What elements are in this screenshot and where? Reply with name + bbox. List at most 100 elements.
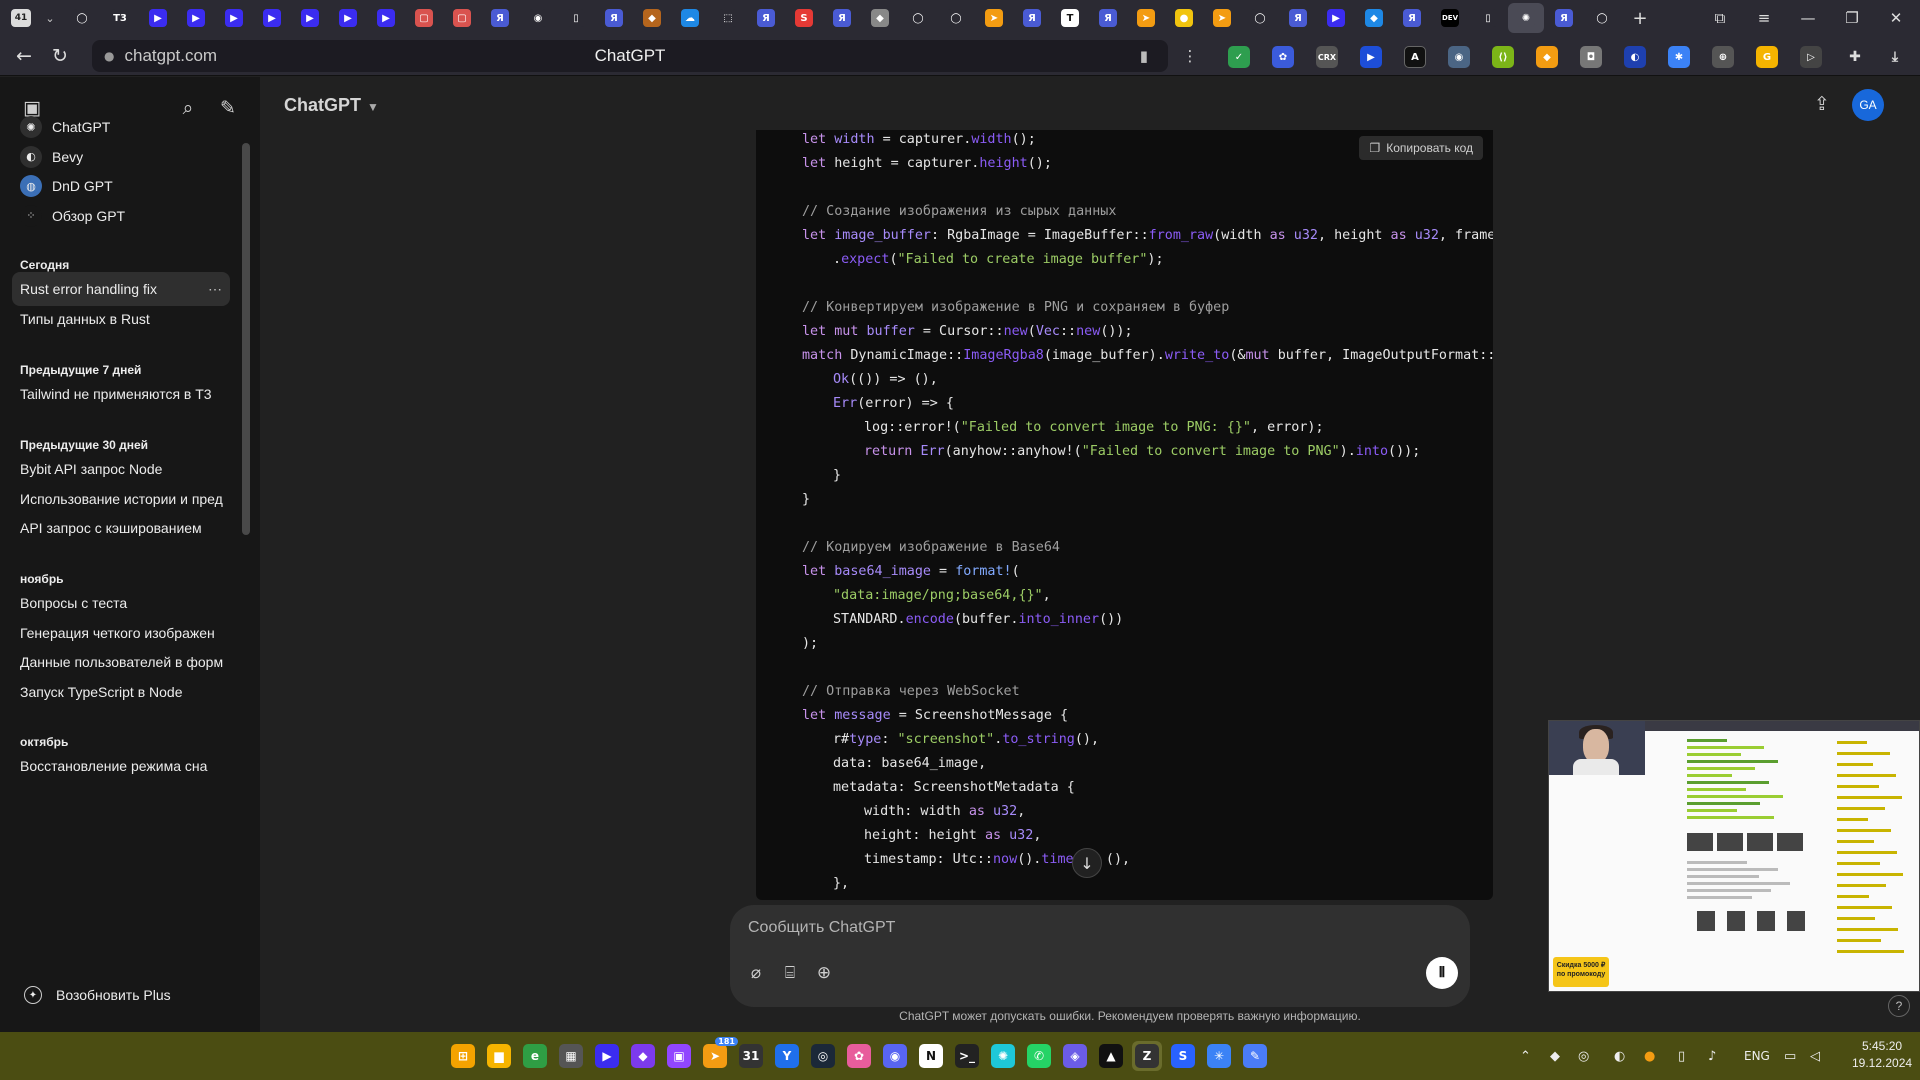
tray-chevron-icon[interactable]: ⌃ (1520, 1032, 1531, 1080)
browser-tab[interactable]: ➤ (1128, 3, 1164, 33)
tab-overview-icon[interactable]: ⧉ (1698, 0, 1742, 36)
steam-icon[interactable]: ◎ (808, 1041, 838, 1071)
file-explorer-icon[interactable]: ▆ (484, 1041, 514, 1071)
browser-tab[interactable]: ▯ (558, 3, 594, 33)
browser-tab[interactable]: Я (748, 3, 784, 33)
more-menu-icon[interactable]: ⋮ (1172, 38, 1208, 74)
browser-tab[interactable]: ◆ (862, 3, 898, 33)
a-extension-icon[interactable]: A (1404, 46, 1426, 68)
browser-tab[interactable]: T (1052, 3, 1088, 33)
url-field[interactable]: ● chatgpt.com ChatGPT ▮ (92, 40, 1168, 72)
browser-tab[interactable]: ✺ (1508, 3, 1544, 33)
clock[interactable]: 5:45:20 19.12.2024 (1852, 1038, 1912, 1072)
telegram-icon[interactable]: ➤ 181 (700, 1037, 738, 1071)
calendar-icon[interactable]: 31 (736, 1041, 766, 1071)
browser-tab[interactable]: ☁ (672, 3, 708, 33)
globe-icon[interactable]: ⊕ (812, 961, 836, 985)
chat-item[interactable]: Вопросы с теста (12, 586, 230, 620)
sidebar-gpt-item[interactable]: ✺ ChatGPT (12, 110, 240, 144)
browser-tab[interactable]: ⬚ (710, 3, 746, 33)
browser-tab[interactable]: ● (1166, 3, 1202, 33)
browser-tab[interactable]: DEV (1432, 3, 1468, 33)
obsidian-icon[interactable]: ◆ (628, 1041, 658, 1071)
chat-item[interactable]: API запрос с кэшированием (12, 511, 230, 545)
chat-item[interactable]: Типы данных в Rust (12, 302, 230, 336)
edge-icon[interactable]: e (520, 1041, 550, 1071)
browser-tab[interactable]: Я (1014, 3, 1050, 33)
browser-tab[interactable]: S (786, 3, 822, 33)
extension-icon[interactable]: ✱ (1668, 46, 1690, 68)
bookmark-icon[interactable]: ▮ (1140, 47, 1148, 65)
browser-tab[interactable]: ◆ (634, 3, 670, 33)
browser-tab[interactable]: ◯ (1242, 3, 1278, 33)
close-window-button[interactable]: ✕ (1874, 0, 1918, 36)
extension-icon[interactable]: ✿ (1272, 46, 1294, 68)
model-selector[interactable]: ChatGPT ▼ (284, 95, 379, 116)
browser-tab[interactable]: ▶ (254, 3, 290, 33)
browser-tab[interactable]: T3 (102, 3, 138, 33)
windows-start-icon[interactable]: ⊞ (448, 1041, 478, 1071)
tray-steam-icon[interactable]: ◎ (1578, 1032, 1589, 1080)
app-icon[interactable]: ◈ (1060, 1041, 1090, 1071)
chat-item[interactable]: Rust error handling fix ⋯ (12, 272, 230, 306)
browser-tab[interactable]: Я (1090, 3, 1126, 33)
sidebar-gpt-item[interactable]: ⁘ Обзор GPT (12, 199, 240, 233)
chat-item[interactable]: Восстановление режима сна (12, 749, 230, 783)
copy-code-button[interactable]: ❐ Копировать код (1359, 136, 1483, 160)
app-icon[interactable]: ✳ (1204, 1041, 1234, 1071)
whatsapp-icon[interactable]: ✆ (1024, 1041, 1054, 1071)
browser-tab[interactable]: Я (1280, 3, 1316, 33)
browser-tab[interactable]: ◉ (520, 3, 556, 33)
chat-item[interactable]: Tailwind не применяются в T3 (12, 377, 230, 411)
maximize-button[interactable]: ❐ (1830, 0, 1874, 36)
app-icon[interactable]: ✺ (988, 1041, 1018, 1071)
tab-list-dropdown-icon[interactable]: ⌄ (38, 3, 62, 33)
g-extension-icon[interactable]: G (1756, 46, 1778, 68)
microphone-icon[interactable]: ♪ (1708, 1032, 1716, 1080)
browser-tab[interactable]: ◯ (64, 3, 100, 33)
camera-extension-icon[interactable]: ◘ (1580, 46, 1602, 68)
play-extension-icon[interactable]: ▷ (1800, 46, 1822, 68)
sidebar-scrollbar[interactable] (242, 143, 250, 535)
browser-tab[interactable]: ◆ (1356, 3, 1392, 33)
browser-tab[interactable]: ▶ (292, 3, 328, 33)
twitch-icon[interactable]: ▣ (664, 1041, 694, 1071)
browser-tab[interactable]: ▶ (140, 3, 176, 33)
browser-tab[interactable]: ▶ (178, 3, 214, 33)
browser-tab[interactable]: ▢ (444, 3, 480, 33)
new-tab-button[interactable]: + (1622, 3, 1658, 33)
browser-tab[interactable]: Я (596, 3, 632, 33)
browser-tab[interactable]: Я (482, 3, 518, 33)
menu-icon[interactable]: ≡ (1742, 0, 1786, 36)
language-indicator[interactable]: ENG (1744, 1032, 1770, 1080)
store-icon[interactable]: ▦ (556, 1041, 586, 1071)
diamond-extension-icon[interactable]: ◆ (1536, 46, 1558, 68)
download-icon[interactable]: ⤓ (1884, 46, 1906, 68)
adblock-extension-icon[interactable]: ✓ (1228, 46, 1250, 68)
app-icon[interactable]: ✿ (844, 1041, 874, 1071)
browser-tab[interactable]: ▶ (1318, 3, 1354, 33)
browser-tab[interactable]: ▢ (406, 3, 442, 33)
message-composer[interactable]: Сообщить ChatGPT ⌀ ⌸ ⊕ ⦀ (730, 905, 1470, 1007)
globe-extension-icon[interactable]: ⊕ (1712, 46, 1734, 68)
tray-app-icon[interactable]: ● (1644, 1032, 1655, 1080)
browser-tab[interactable]: ▶ (330, 3, 366, 33)
minimize-button[interactable]: — (1786, 0, 1830, 36)
browser-tab[interactable]: ◯ (938, 3, 974, 33)
browser-tab[interactable]: Я (1546, 3, 1582, 33)
app-icon[interactable]: S (1168, 1041, 1198, 1071)
tab-counter[interactable]: 41 (6, 3, 36, 33)
help-button[interactable]: ? (1888, 995, 1910, 1017)
browser-tab[interactable]: ▯ (1470, 3, 1506, 33)
tray-battery-icon[interactable]: ▯ (1678, 1032, 1685, 1080)
browser-tab[interactable]: ▶ (368, 3, 404, 33)
discord-icon[interactable]: ◉ (880, 1041, 910, 1071)
video-app-icon[interactable]: ▶ (592, 1041, 622, 1071)
attach-icon[interactable]: ⌀ (744, 961, 768, 985)
more-options-icon[interactable]: ⋯ (208, 281, 222, 298)
yandex-browser-icon[interactable]: Y (772, 1041, 802, 1071)
code-extension-icon[interactable]: ⟨⟩ (1492, 46, 1514, 68)
browser-tab[interactable]: ➤ (976, 3, 1012, 33)
browser-tab[interactable]: Я (824, 3, 860, 33)
renew-plus-button[interactable]: ✦ Возобновить Plus (12, 977, 242, 1013)
